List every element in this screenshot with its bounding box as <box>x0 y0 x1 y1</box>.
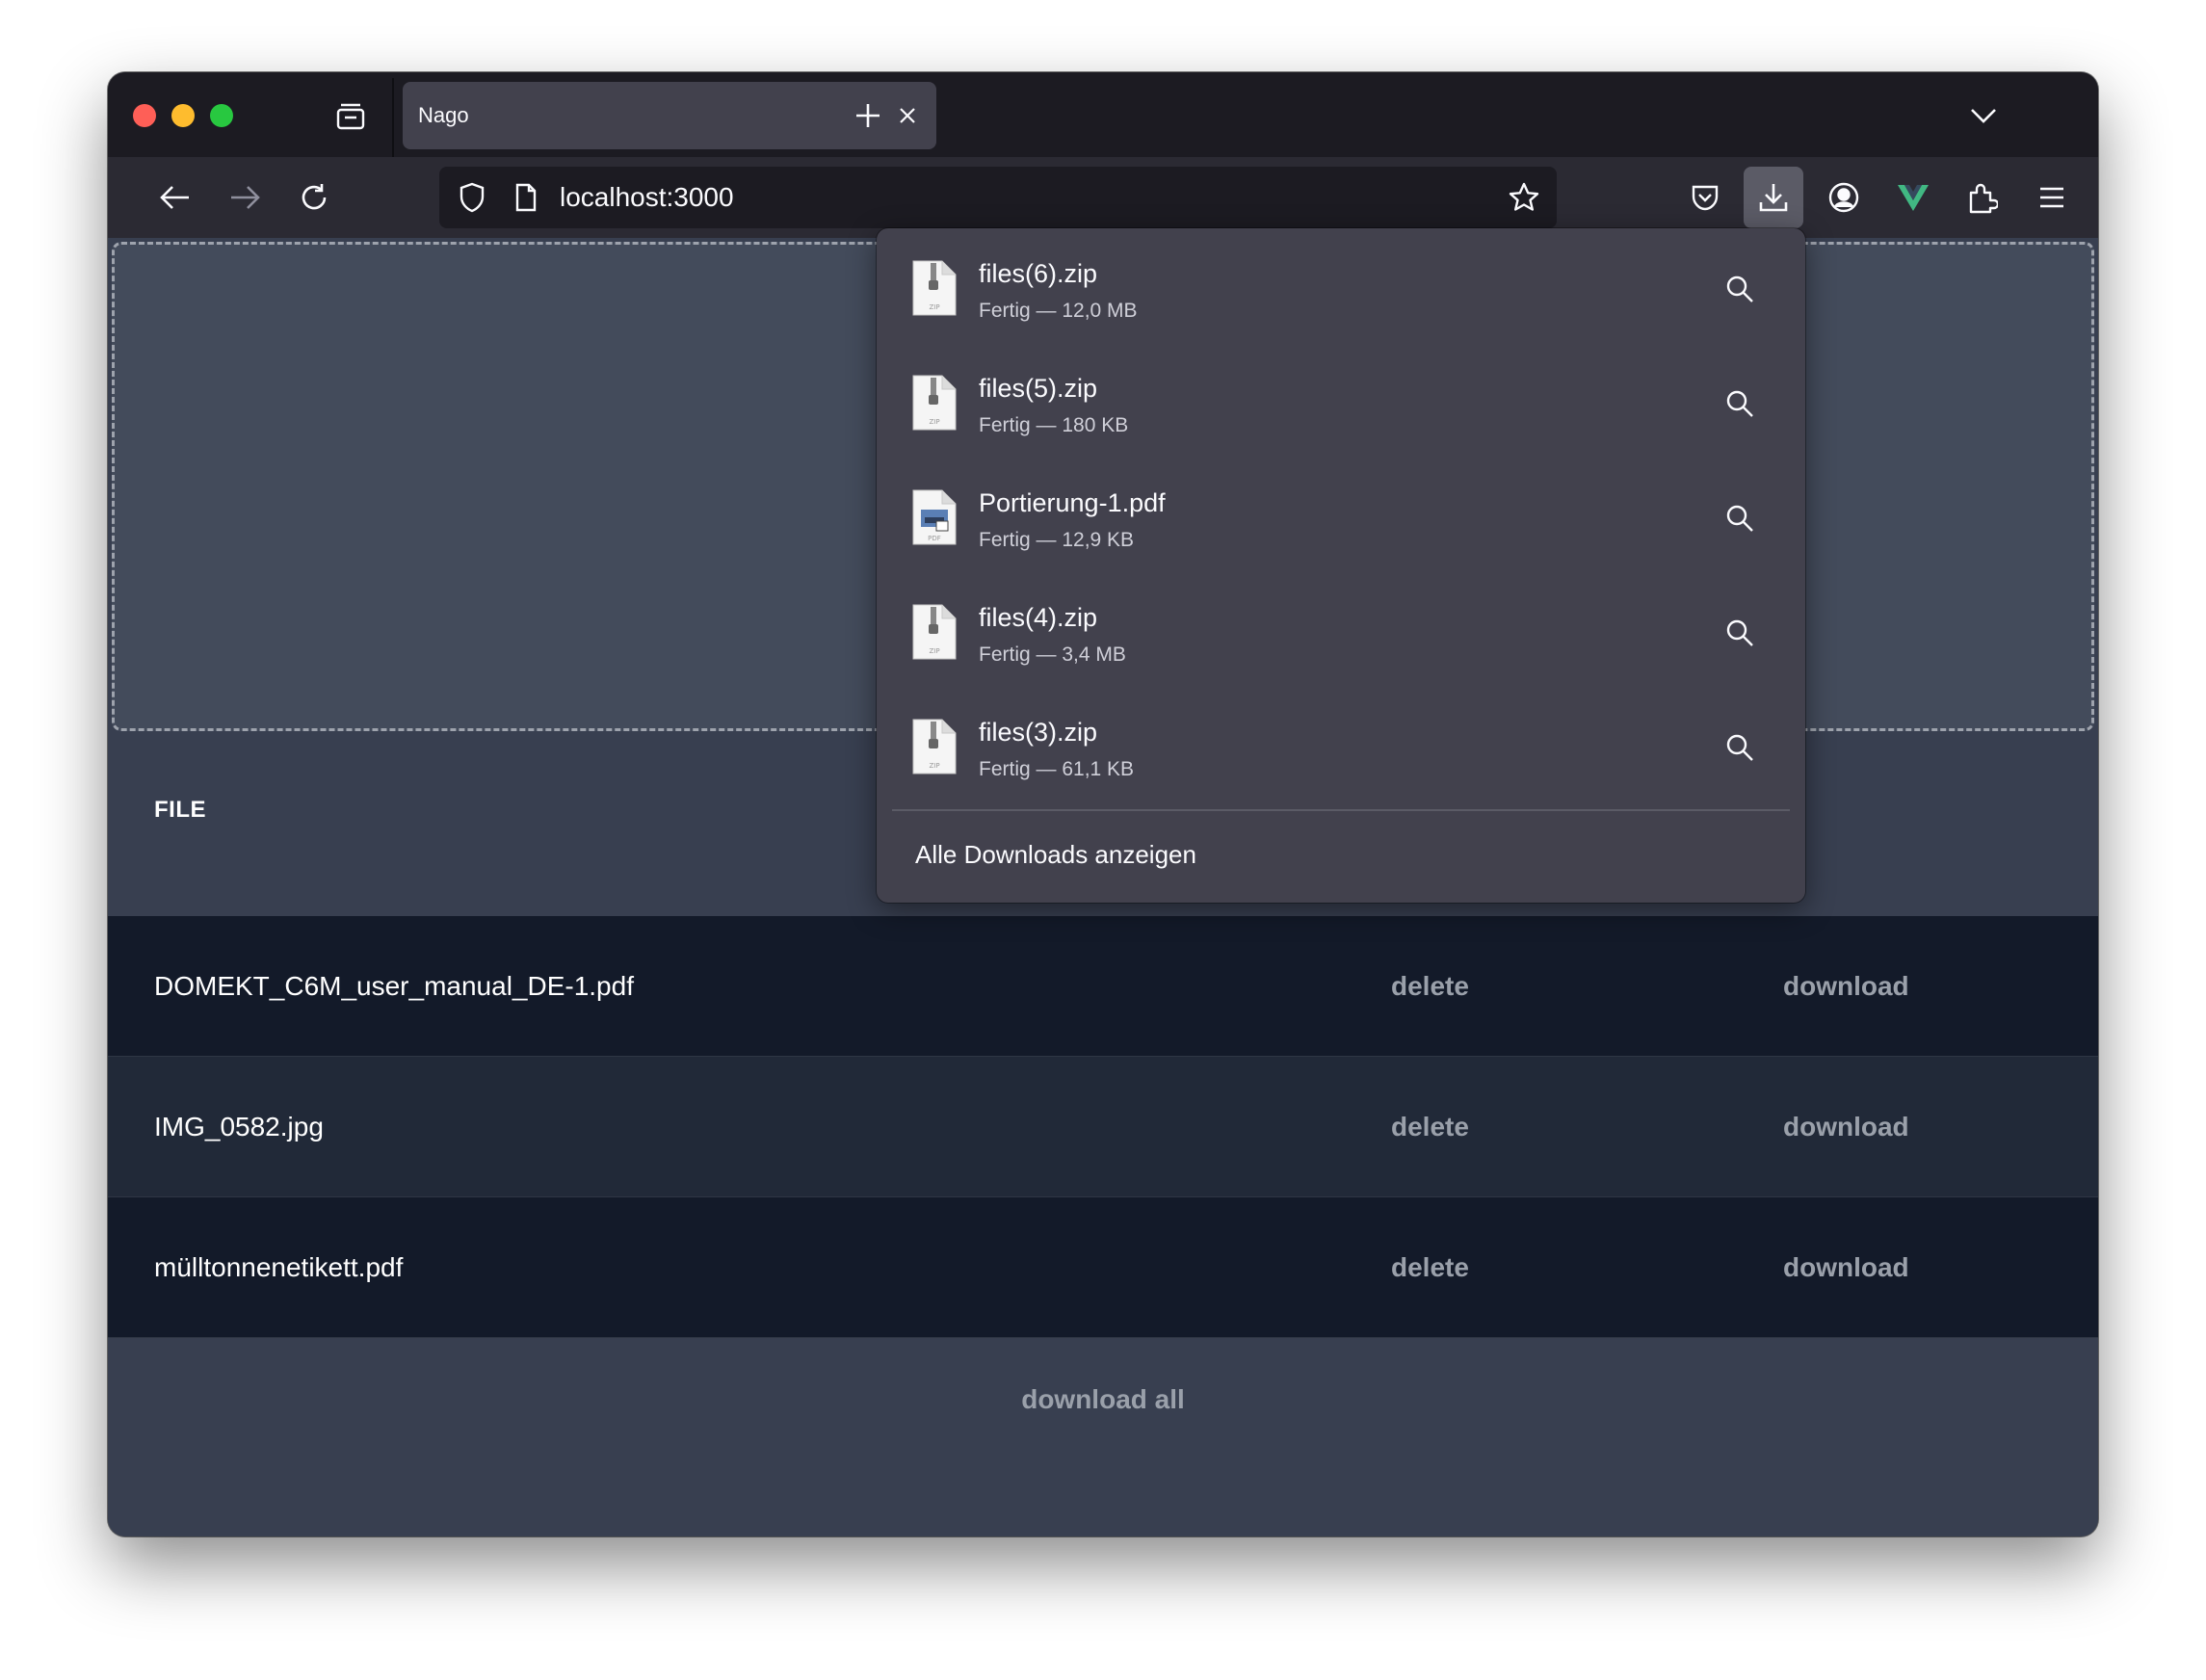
download-item[interactable]: ZIP files(4).zip Fertig — 3,4 MB <box>892 580 1790 686</box>
url-bar[interactable]: localhost:3000 <box>439 167 1557 228</box>
download-status: Fertig — 61,1 KB <box>979 758 1135 780</box>
download-button[interactable]: download <box>1783 1197 1909 1338</box>
search-icon[interactable] <box>1720 270 1759 308</box>
table-row: IMG_0582.jpg delete download <box>108 1057 2098 1197</box>
tab-separator <box>392 78 394 157</box>
zip-file-icon: ZIP <box>912 604 957 660</box>
maximize-window-button[interactable] <box>210 104 233 127</box>
download-status: Fertig — 3,4 MB <box>979 643 1126 666</box>
page-icon <box>509 180 543 215</box>
chevron-down-icon[interactable] <box>1967 99 2000 132</box>
download-button[interactable]: download <box>1783 1057 1909 1197</box>
vue-devtools-icon[interactable] <box>1890 174 1936 221</box>
search-icon[interactable] <box>1720 384 1759 423</box>
new-tab-icon[interactable] <box>852 99 884 132</box>
download-name: files(3).zip <box>979 718 1098 747</box>
zip-file-icon: ZIP <box>912 375 957 431</box>
zip-file-icon: ZIP <box>912 260 957 316</box>
reload-icon[interactable] <box>291 174 337 221</box>
file-name: mülltonnenetikett.pdf <box>154 1252 404 1282</box>
browser-window: Nago localhost:3000 FILE DOMEKT_C6M_user… <box>108 72 2098 1536</box>
extensions-icon[interactable] <box>1959 174 2006 221</box>
download-name: Portierung-1.pdf <box>979 488 1166 517</box>
download-button[interactable]: download <box>1783 916 1909 1057</box>
search-icon[interactable] <box>1720 728 1759 767</box>
download-name: files(5).zip <box>979 374 1098 403</box>
shield-icon[interactable] <box>455 180 489 215</box>
svg-text:ZIP: ZIP <box>929 418 939 426</box>
download-all-container: download all <box>108 1384 2098 1415</box>
close-icon[interactable] <box>894 102 921 129</box>
svg-text:ZIP: ZIP <box>929 303 939 311</box>
downloads-icon[interactable] <box>1744 167 1803 228</box>
download-item[interactable]: ZIP files(5).zip Fertig — 180 KB <box>892 351 1790 457</box>
svg-text:ZIP: ZIP <box>929 762 939 770</box>
panel-divider <box>892 809 1790 811</box>
download-name: files(4).zip <box>979 603 1098 632</box>
minimize-window-button[interactable] <box>171 104 195 127</box>
svg-text:ZIP: ZIP <box>929 647 939 655</box>
forward-icon[interactable] <box>222 174 268 221</box>
zip-file-icon: ZIP <box>912 719 957 774</box>
back-icon[interactable] <box>152 174 198 221</box>
downloads-panel: ZIP files(6).zip Fertig — 12,0 MB ZIP fi… <box>877 228 1805 903</box>
download-name: files(6).zip <box>979 259 1098 288</box>
svg-text:PDF: PDF <box>928 535 941 542</box>
menu-icon[interactable] <box>2029 174 2075 221</box>
download-item[interactable]: ZIP files(6).zip Fertig — 12,0 MB <box>892 236 1790 342</box>
tab-title: Nago <box>418 103 469 127</box>
file-column-header: FILE <box>154 797 206 823</box>
nav-toolbar: localhost:3000 <box>108 157 2098 238</box>
pocket-icon[interactable] <box>1682 174 1728 221</box>
download-item[interactable]: PDF Portierung-1.pdf Fertig — 12,9 KB <box>892 465 1790 571</box>
tab-overview-icon[interactable] <box>333 99 368 134</box>
tab-strip: Nago <box>108 72 2098 157</box>
table-row: mülltonnenetikett.pdf delete download <box>108 1197 2098 1338</box>
close-window-button[interactable] <box>133 104 156 127</box>
file-name: IMG_0582.jpg <box>154 1112 324 1142</box>
search-icon[interactable] <box>1720 614 1759 652</box>
table-row: DOMEKT_C6M_user_manual_DE-1.pdf delete d… <box>108 916 2098 1057</box>
search-icon[interactable] <box>1720 499 1759 538</box>
download-all-button[interactable]: download all <box>1021 1384 1185 1414</box>
show-all-downloads-button[interactable]: Alle Downloads anzeigen <box>892 818 1790 891</box>
file-name: DOMEKT_C6M_user_manual_DE-1.pdf <box>154 971 634 1001</box>
pdf-file-icon: PDF <box>912 489 957 545</box>
delete-button[interactable]: delete <box>1391 1057 1469 1197</box>
account-icon[interactable] <box>1821 174 1867 221</box>
bookmark-star-icon[interactable] <box>1505 178 1543 217</box>
download-status: Fertig — 12,9 KB <box>979 529 1135 551</box>
show-all-downloads-label: Alle Downloads anzeigen <box>915 840 1196 869</box>
delete-button[interactable]: delete <box>1391 1197 1469 1338</box>
delete-button[interactable]: delete <box>1391 916 1469 1057</box>
download-item[interactable]: ZIP files(3).zip Fertig — 61,1 KB <box>892 695 1790 801</box>
download-status: Fertig — 180 KB <box>979 414 1129 436</box>
url-text[interactable]: localhost:3000 <box>560 167 734 228</box>
download-status: Fertig — 12,0 MB <box>979 300 1138 322</box>
